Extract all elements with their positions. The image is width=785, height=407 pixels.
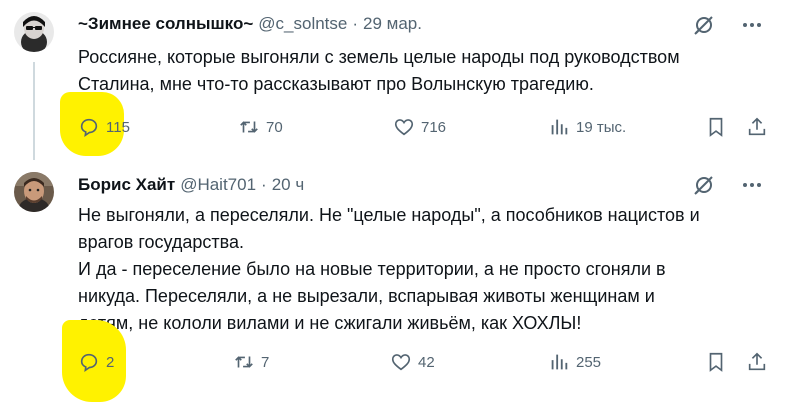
like-button[interactable]: 42: [390, 348, 435, 376]
separator: ·: [261, 175, 267, 194]
reply-icon: [78, 351, 100, 373]
thread-line: [33, 62, 35, 160]
reply-icon: [78, 116, 100, 138]
reply-button[interactable]: 2: [78, 348, 114, 376]
views-count: 255: [576, 353, 602, 371]
views-button[interactable]: 19 тыс.: [548, 113, 626, 141]
grok-icon[interactable]: [691, 172, 717, 198]
tweet-text-line: Сталина, мне что-то рассказывают про Вол…: [78, 74, 594, 94]
bookmark-icon: [705, 116, 727, 138]
author-handle[interactable]: @Hait701: [180, 175, 256, 195]
views-icon: [548, 116, 570, 138]
timestamp[interactable]: 29 мар.: [363, 14, 422, 34]
author-name[interactable]: Борис Хайт: [78, 175, 175, 195]
share-icon: [746, 116, 768, 138]
bookmark-button[interactable]: [705, 348, 727, 376]
author-name[interactable]: ~Зимнее солнышко~: [78, 14, 253, 34]
tweet-text: Не выгоняли, а переселяли. Не "целые нар…: [78, 202, 768, 337]
action-bar: 115 70 716 19 тыс.: [78, 113, 768, 141]
tweet[interactable]: ~Зимнее солнышко~ @c_solntse · 29 мар. Р…: [0, 0, 785, 160]
share-icon: [746, 351, 768, 373]
views-button[interactable]: 255: [548, 348, 601, 376]
tweet-text-line: врагов государства.: [78, 232, 245, 252]
share-button[interactable]: [746, 348, 768, 376]
like-icon: [393, 116, 415, 138]
avatar[interactable]: [14, 12, 54, 52]
tweet-text-line: Не выгоняли, а переселяли. Не "целые нар…: [78, 205, 700, 225]
reply-count: 115: [106, 118, 130, 136]
reply-count: 2: [106, 353, 115, 371]
like-count: 42: [418, 353, 435, 371]
like-icon: [390, 351, 412, 373]
tweet-header: ~Зимнее солнышко~ @c_solntse · 29 мар.: [78, 13, 422, 35]
repost-button[interactable]: 70: [238, 113, 283, 141]
views-count: 19 тыс.: [576, 118, 627, 136]
tweet-text-line: И да - переселение было на новые террито…: [78, 259, 666, 279]
separator: ·: [352, 14, 359, 33]
repost-icon: [238, 116, 260, 138]
share-button[interactable]: [746, 113, 768, 141]
tweet-text-line: Россияне, которые выгоняли с земель целы…: [78, 47, 680, 67]
like-button[interactable]: 716: [393, 113, 446, 141]
tweet[interactable]: Борис Хайт @Hait701 · 20 ч Не выгоняли, …: [0, 160, 785, 407]
repost-icon: [233, 351, 255, 373]
grok-icon[interactable]: [691, 12, 717, 38]
bookmark-icon: [705, 351, 727, 373]
more-icon[interactable]: [739, 12, 765, 38]
repost-count: 7: [261, 353, 270, 371]
timestamp[interactable]: 20 ч: [272, 175, 305, 195]
author-handle[interactable]: @c_solntse: [258, 14, 347, 34]
bookmark-button[interactable]: [705, 113, 727, 141]
avatar[interactable]: [14, 172, 54, 212]
tweet-text: Россияне, которые выгоняли с земель целы…: [78, 44, 768, 98]
tweet-header: Борис Хайт @Hait701 · 20 ч: [78, 174, 304, 196]
more-icon[interactable]: [739, 172, 765, 198]
repost-count: 70: [266, 118, 283, 136]
tweet-text-line: детям, не кололи вилами и не сжигали жив…: [78, 313, 582, 333]
tweet-text-line: никуда. Переселяли, а не вырезали, вспар…: [78, 286, 655, 306]
repost-button[interactable]: 7: [233, 348, 269, 376]
like-count: 716: [421, 118, 447, 136]
action-bar: 2 7 42 255: [78, 348, 768, 376]
reply-button[interactable]: 115: [78, 113, 130, 141]
views-icon: [548, 351, 570, 373]
